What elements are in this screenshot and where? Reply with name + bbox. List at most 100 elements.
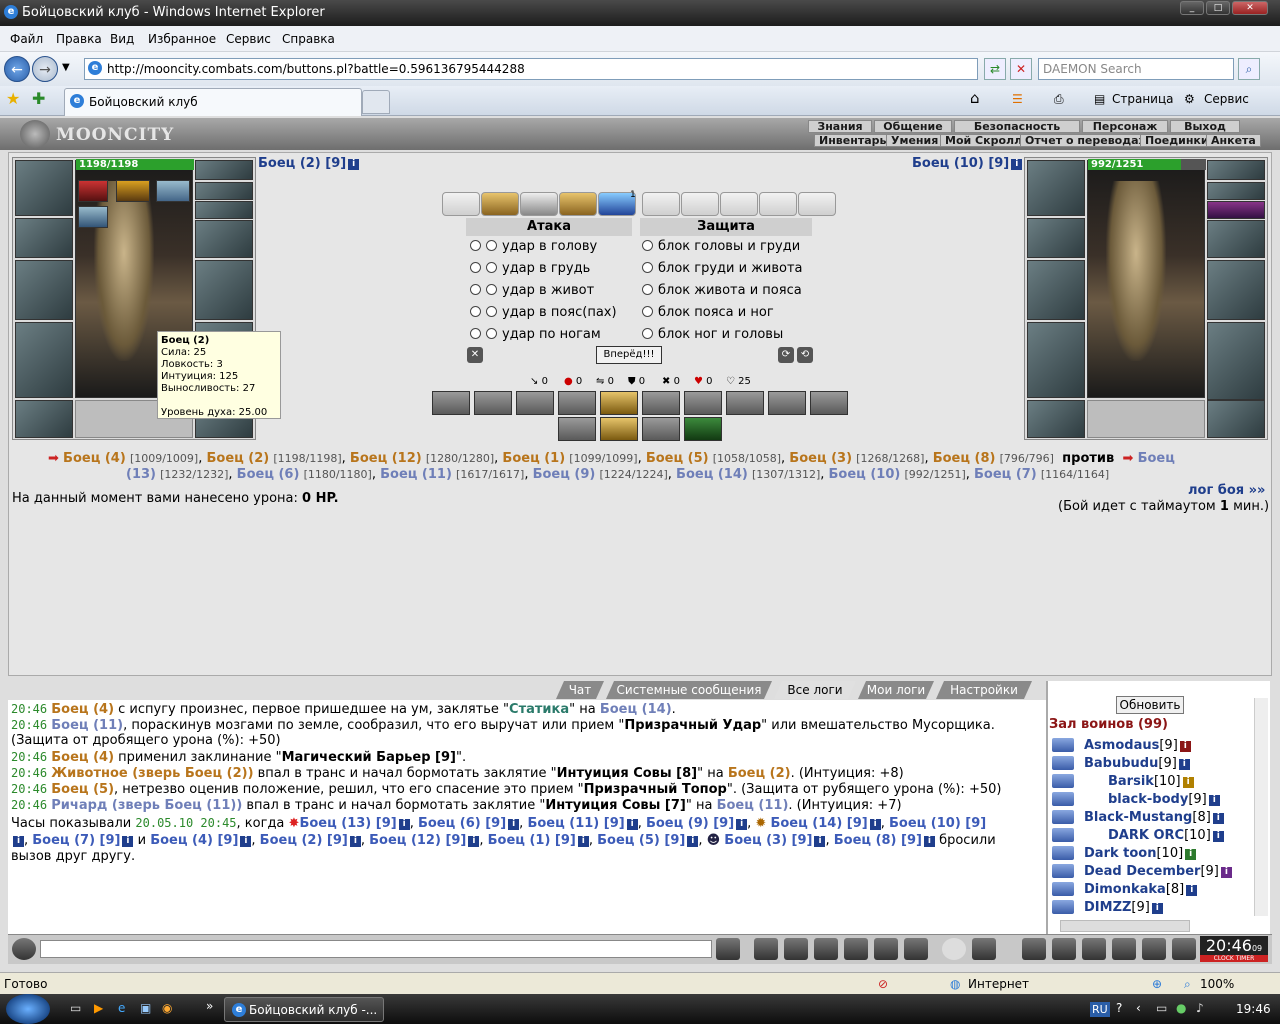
user-entry[interactable]: Dark toon[10] i (1084, 846, 1197, 861)
info-icon[interactable]: i (1179, 741, 1191, 752)
info-icon[interactable]: i (240, 836, 252, 847)
log-actor[interactable]: Животное (зверь Боец (2)) (51, 766, 253, 781)
info-icon[interactable]: i (508, 819, 520, 830)
log-fighter[interactable]: Боец (3) [9] (724, 833, 812, 848)
help-icon[interactable]: ? (1116, 1001, 1122, 1015)
trick-7[interactable] (684, 391, 722, 415)
log-fighter[interactable]: Боец (12) [9] (369, 833, 466, 848)
scroll-slot-1[interactable] (442, 192, 480, 216)
armor-slot-left[interactable] (15, 322, 73, 398)
trick-13[interactable] (642, 417, 680, 441)
side-hscrollbar[interactable] (1060, 920, 1190, 932)
tab-active[interactable]: Бойцовский клуб (64, 88, 362, 116)
log-fighter[interactable]: Боец (5) [9] (597, 833, 685, 848)
scroll-slot-6[interactable] (642, 192, 680, 216)
helmet-icon[interactable] (972, 938, 996, 960)
castle-icon[interactable] (1112, 938, 1136, 960)
battle-log-link[interactable]: лог боя »» (1188, 483, 1265, 498)
shop-icon[interactable] (1142, 938, 1166, 960)
team2-fighter[interactable]: Боец (14) (676, 467, 748, 482)
address-input[interactable]: http://mooncity.combats.com/buttons.pl?b… (84, 58, 978, 80)
info-icon[interactable]: i (13, 836, 24, 847)
quicklaunch-app-icon[interactable]: ▣ (140, 1001, 151, 1015)
quicklaunch-ie-icon[interactable]: e (118, 1001, 125, 1015)
maximize-button[interactable]: □ (1206, 1, 1230, 15)
chat-input[interactable] (40, 940, 712, 958)
user-entry[interactable]: black-body[9] i (1108, 792, 1220, 807)
log-actor[interactable]: Боец (4) (51, 750, 114, 765)
info-icon[interactable]: i (1182, 777, 1194, 788)
user-entry[interactable]: Black-Mustang[8] i (1084, 810, 1224, 825)
user-entry[interactable]: DARK ORC[10] i (1108, 828, 1224, 843)
trick-2[interactable] (474, 391, 512, 415)
cancel-icon[interactable]: ✕ (467, 347, 483, 363)
user-icon[interactable] (1052, 864, 1074, 878)
tab-system-messages[interactable]: Системные сообщения (606, 681, 772, 699)
left-fighter-name[interactable]: Боец (2) [9] i (258, 156, 360, 171)
user-entry[interactable]: DIMZZ[9] i (1084, 900, 1163, 915)
info-icon[interactable]: i (1208, 795, 1220, 806)
defense-option-belt-legs[interactable]: блок пояса и ног (642, 305, 774, 320)
sound-icon[interactable] (904, 938, 928, 960)
bracers-slot-left[interactable] (15, 218, 73, 258)
home-icon[interactable]: ⌂ (970, 89, 980, 107)
boots-slot-right[interactable] (1207, 400, 1265, 438)
info-icon[interactable]: i (626, 819, 638, 830)
tab-all-logs[interactable]: Все логи (774, 681, 856, 699)
team2-fighter[interactable]: Боец (10) (829, 467, 901, 482)
log-fighter[interactable]: Боец (6) [9] (418, 816, 506, 831)
zoom-level[interactable]: 100% (1200, 977, 1234, 991)
user-icon[interactable] (1052, 828, 1074, 842)
log-fighter[interactable]: Боец (9) [9] (646, 816, 734, 831)
offhand-slot-right[interactable] (1207, 260, 1265, 320)
helmet-slot-left[interactable] (15, 160, 73, 216)
spell-icon-1[interactable] (78, 180, 108, 202)
tab-chat[interactable]: Чат (556, 681, 604, 699)
add-favorite-icon[interactable]: ✚ (32, 89, 45, 108)
log-target[interactable]: Боец (14) (600, 702, 672, 717)
log-actor[interactable]: Боец (11) (51, 718, 123, 733)
log-target[interactable]: Боец (2) (728, 766, 791, 781)
auto-icon[interactable]: ⟲ (797, 347, 813, 363)
team2-fighter[interactable]: Боец (1138, 451, 1175, 466)
right-fighter-name[interactable]: Боец (10) [9] i (912, 156, 1023, 171)
tools-gear-icon[interactable]: ⚙ (1184, 92, 1195, 106)
trick-4[interactable] (558, 391, 596, 415)
armor-slot-right[interactable] (1027, 322, 1085, 398)
weapon-slot-right[interactable] (1027, 260, 1085, 320)
menu-favorites[interactable]: Избранное (148, 32, 216, 46)
inventory-bag-icon[interactable] (1022, 938, 1046, 960)
exit-icon[interactable] (1172, 938, 1196, 960)
popup-blocker-icon[interactable]: ⊘ (878, 977, 888, 991)
trick-14[interactable] (684, 417, 722, 441)
rings-slot-right[interactable] (1207, 160, 1265, 180)
info-icon[interactable]: i (577, 836, 589, 847)
menu-battles[interactable]: Поединки (1140, 134, 1214, 147)
team1-fighter[interactable]: Боец (3) (789, 451, 852, 466)
info-icon[interactable]: i (1212, 813, 1224, 824)
user-icon[interactable] (1052, 882, 1074, 896)
trick-12[interactable] (600, 417, 638, 441)
spell-icon-2[interactable] (116, 180, 150, 202)
history-dropdown-icon[interactable]: ▼ (62, 62, 70, 73)
feeds-icon[interactable]: ☰ (1012, 92, 1023, 106)
info-icon[interactable]: i (923, 836, 935, 847)
tray-sound-icon[interactable]: ♪ (1196, 1001, 1204, 1015)
info-icon[interactable]: i (349, 836, 361, 847)
belt-slot-left[interactable] (15, 400, 73, 438)
scroll-slot-3[interactable] (520, 192, 558, 216)
trick-1[interactable] (432, 391, 470, 415)
log-fighter[interactable]: Боец (7) [9] (32, 833, 120, 848)
defense-option-chest-belly[interactable]: блок груди и живота (642, 261, 803, 276)
team1-fighter[interactable]: Боец (8) (933, 451, 996, 466)
attack-option-groin[interactable]: удар в пояс(пах) (470, 305, 617, 320)
protected-mode-icon[interactable]: ⊕ (1152, 977, 1162, 991)
eraser-icon[interactable] (754, 938, 778, 960)
search-input[interactable]: DAEMON Search (1038, 58, 1234, 80)
log-fighter[interactable]: Боец (4) [9] (150, 833, 238, 848)
menu-tools[interactable]: Сервис (226, 32, 271, 46)
spell-icon-3[interactable] (156, 180, 190, 202)
leggings-slot-right[interactable] (1207, 322, 1265, 400)
log-fighter[interactable]: Боец (1) [9] (488, 833, 576, 848)
gloves-slot-left[interactable] (195, 220, 253, 258)
